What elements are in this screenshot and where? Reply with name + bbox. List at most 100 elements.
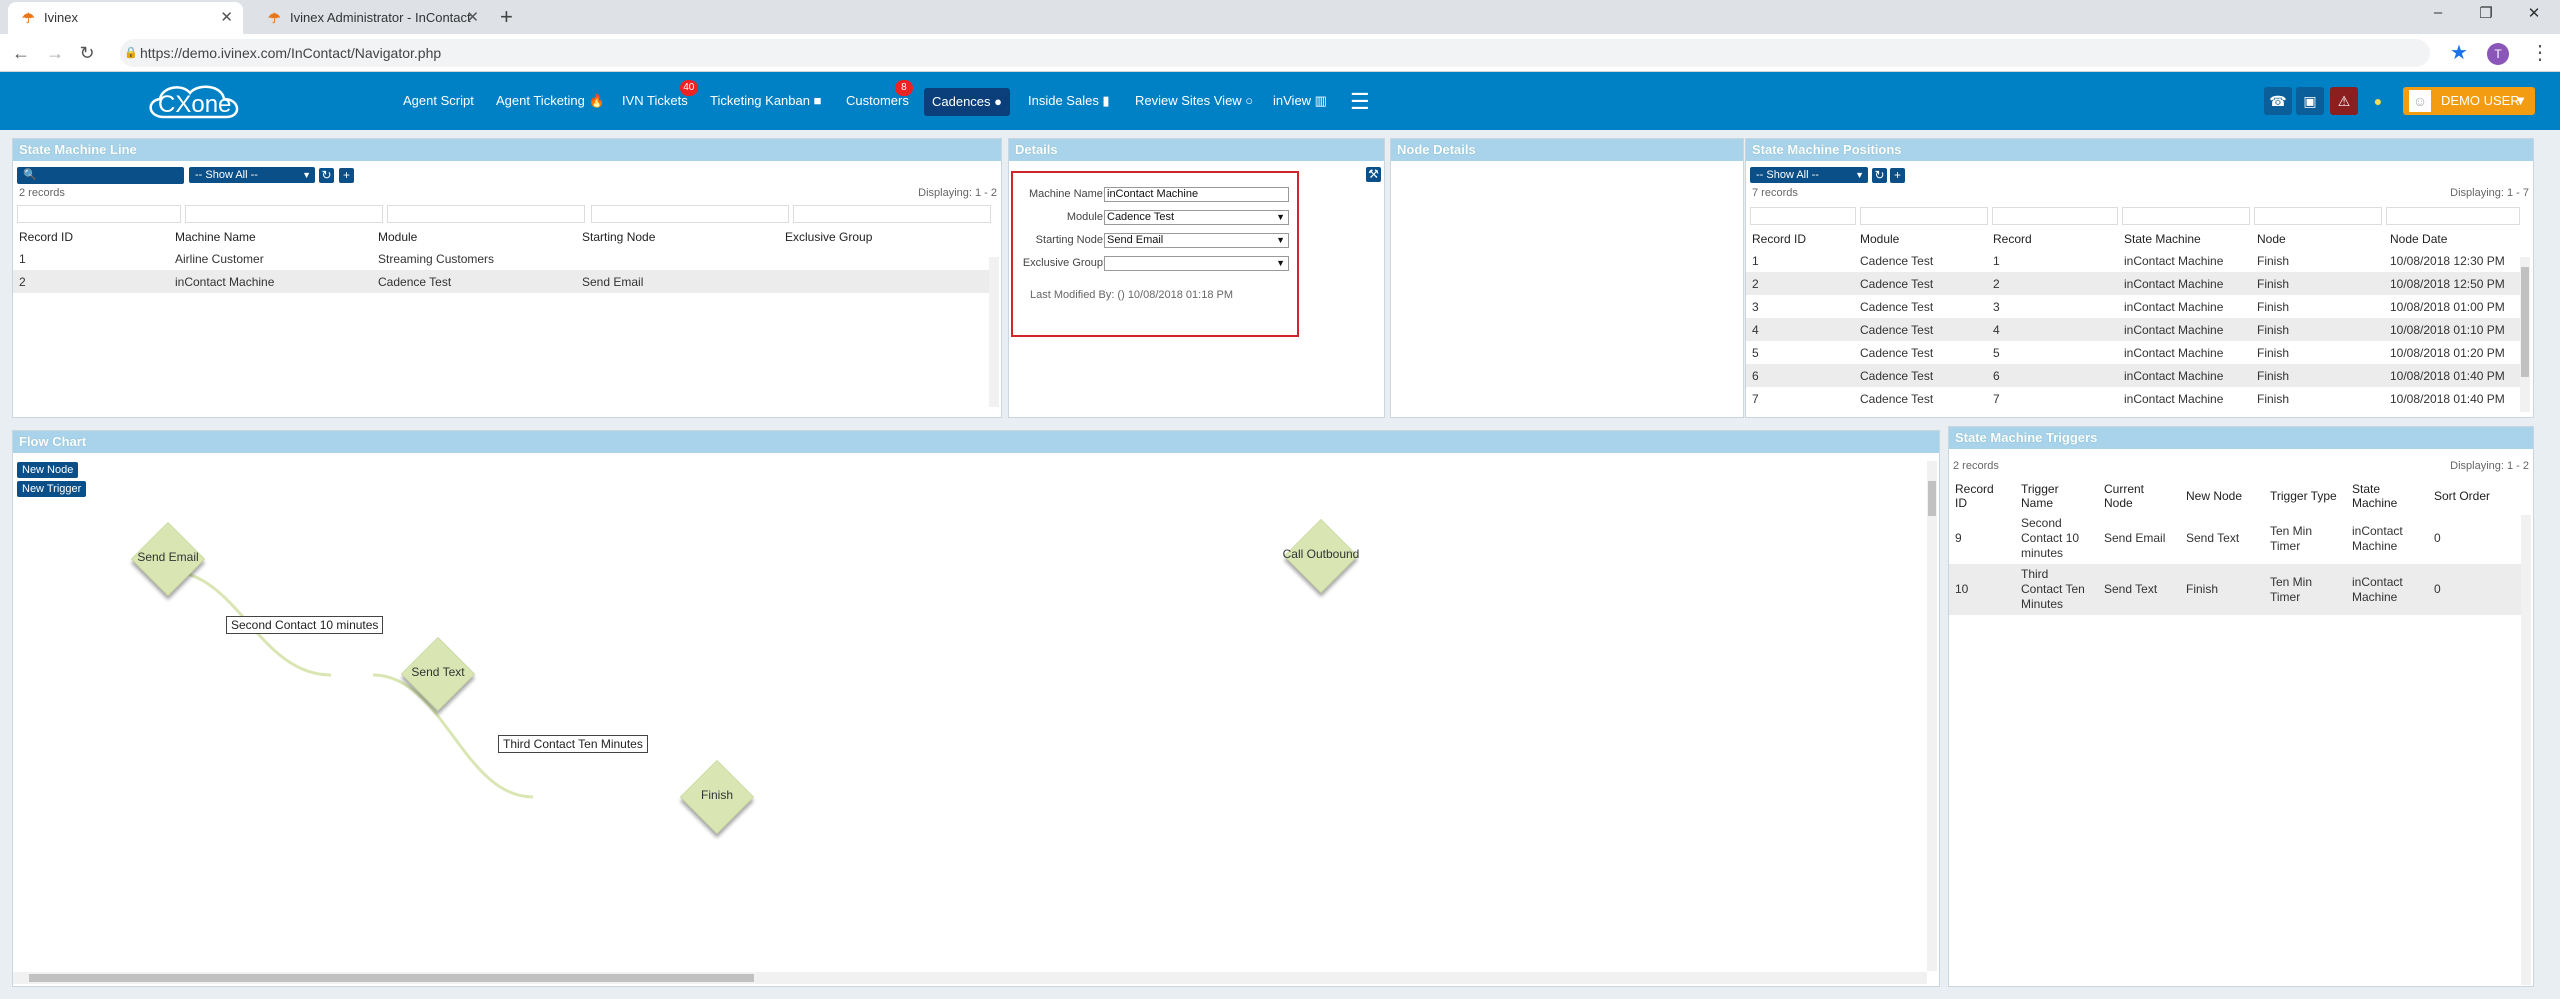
flow-node-send-text[interactable]: Send Text (401, 637, 475, 711)
column-header[interactable]: Record ID (1746, 229, 1854, 249)
nav-agent-ticketing[interactable]: Agent Ticketing 🔥 (496, 91, 605, 111)
edge-label[interactable]: Third Contact Ten Minutes (498, 735, 648, 753)
cxone-logo[interactable]: CXone (126, 77, 261, 125)
column-header[interactable]: State Machine (2346, 479, 2428, 513)
machine-name-input[interactable]: inContact Machine (1104, 187, 1289, 202)
vertical-scrollbar[interactable] (989, 257, 999, 407)
bookmark-star-icon[interactable]: ★ (2450, 40, 2468, 65)
search-input[interactable]: 🔍 (17, 167, 184, 184)
filter-record[interactable] (1992, 207, 2118, 225)
hamburger-menu-icon[interactable]: ☰ (1350, 89, 1370, 115)
url-field[interactable]: 🔒 https://demo.ivinex.com/InContact/Navi… (120, 39, 2430, 67)
nav-cadences[interactable]: Cadences ● (924, 88, 1011, 116)
vertical-scrollbar[interactable] (1927, 461, 1937, 971)
flow-node-call-outbound[interactable]: Call Outbound (1283, 519, 1359, 593)
profile-avatar[interactable]: T (2487, 43, 2509, 65)
filter-record-id[interactable] (17, 205, 181, 223)
table-row[interactable]: 10 Third Contact Ten Minutes Send Text Fini… (1949, 564, 2521, 615)
nav-agent-script[interactable]: Agent Script (403, 91, 474, 111)
table-row[interactable]: 1 Cadence Test 1 inContact Machine Finish 10/… (1746, 249, 2520, 272)
close-window-icon[interactable]: ✕ (2514, 4, 2554, 22)
panel-title: Details (1009, 139, 1384, 161)
forward-icon[interactable]: → (42, 41, 68, 65)
column-header[interactable]: Record ID (13, 227, 169, 247)
close-tab-icon[interactable]: ✕ (220, 2, 233, 34)
show-filter-select[interactable]: -- Show All -- ▼ (189, 167, 315, 183)
restore-icon[interactable]: ❐ (2466, 4, 2506, 22)
column-header[interactable]: Node (2251, 229, 2384, 249)
module-select[interactable]: Cadence Test ▼ (1104, 210, 1289, 225)
column-header[interactable]: Record ID (1949, 479, 2015, 513)
column-header[interactable]: State Machine (2118, 229, 2251, 249)
column-header[interactable]: Record (1987, 229, 2118, 249)
filter-value: -- Show All -- (1756, 169, 1819, 181)
add-icon[interactable]: + (339, 168, 354, 183)
refresh-icon[interactable]: ↻ (319, 168, 334, 183)
refresh-icon[interactable]: ↻ (1872, 168, 1887, 183)
column-header[interactable]: Module (372, 227, 576, 247)
filter-node-date[interactable] (2386, 207, 2520, 225)
starting-node-select[interactable]: Send Email ▼ (1104, 233, 1289, 248)
nav-ivn-tickets[interactable]: IVN Tickets 40 (622, 80, 698, 111)
table-row[interactable]: 7 Cadence Test 7 inContact Machine Finish 10/… (1746, 387, 2520, 410)
user-menu-button[interactable]: ☺ DEMO USER ▼ (2403, 87, 2535, 115)
table-row[interactable]: 4 Cadence Test 4 inContact Machine Finish 10/… (1746, 318, 2520, 341)
filter-record-id[interactable] (1750, 207, 1856, 225)
column-header[interactable]: Exclusive Group (779, 227, 989, 247)
table-row[interactable]: 9 Second Contact 10 minutes Send Email Send… (1949, 513, 2521, 564)
column-header[interactable]: Node Date (2384, 229, 2520, 249)
wrench-icon[interactable]: ⚒ (1366, 167, 1381, 182)
cell: Finish (2257, 391, 2290, 406)
flow-node-finish[interactable]: Finish (680, 760, 754, 834)
filter-node[interactable] (2254, 207, 2382, 225)
back-icon[interactable]: ← (8, 41, 34, 65)
status-dot-icon[interactable]: ● (2364, 87, 2392, 115)
column-header[interactable]: New Node (2180, 479, 2264, 513)
column-header[interactable]: Trigger Name (2015, 479, 2098, 513)
filter-state-machine[interactable] (2122, 207, 2250, 225)
show-filter-select[interactable]: -- Show All -- ▼ (1750, 167, 1868, 183)
filter-starting-node[interactable] (591, 205, 789, 223)
browser-menu-icon[interactable]: ⋮ (2530, 40, 2550, 65)
column-header[interactable]: Starting Node (576, 227, 779, 247)
minimize-icon[interactable]: – (2418, 4, 2458, 21)
scrollbar-thumb[interactable] (1928, 481, 1936, 516)
table-row[interactable]: 1 Airline Customer Streaming Customers (13, 247, 989, 270)
column-header[interactable]: Machine Name (169, 227, 372, 247)
column-header[interactable]: Current Node (2098, 479, 2180, 513)
chat-icon[interactable]: ▣ (2296, 87, 2324, 115)
filter-module[interactable] (1860, 207, 1988, 225)
table-row[interactable]: 3 Cadence Test 3 inContact Machine Finish 10/… (1746, 295, 2520, 318)
exclusive-group-select[interactable]: ▼ (1104, 256, 1289, 271)
nav-ticketing-kanban[interactable]: Ticketing Kanban ■ (710, 91, 821, 111)
nav-customers[interactable]: Customers 8 (846, 80, 913, 111)
alert-icon[interactable]: ⚠ (2330, 87, 2358, 115)
nav-inview[interactable]: inView ▥ (1273, 91, 1327, 111)
edge-label[interactable]: Second Contact 10 minutes (226, 616, 384, 634)
phone-icon[interactable]: ☎ (2264, 87, 2292, 115)
close-tab-icon[interactable]: ✕ (466, 2, 479, 34)
horizontal-scrollbar[interactable] (13, 972, 1927, 984)
scrollbar-thumb[interactable] (2521, 267, 2529, 377)
vertical-scrollbar[interactable] (2521, 515, 2531, 985)
filter-exclusive-group[interactable] (793, 205, 991, 223)
column-header[interactable]: Sort Order (2428, 479, 2521, 513)
table-row-selected[interactable]: 2 inContact Machine Cadence Test Send Em… (13, 270, 989, 293)
nav-inside-sales[interactable]: Inside Sales ▮ (1028, 91, 1110, 111)
nav-review-sites-view[interactable]: Review Sites View ○ (1135, 91, 1253, 111)
table-row[interactable]: 6 Cadence Test 6 inContact Machine Finish 10/… (1746, 364, 2520, 387)
table-row[interactable]: 2 Cadence Test 2 inContact Machine Finish 10/… (1746, 272, 2520, 295)
flow-node-send-email[interactable]: Send Email (131, 522, 205, 596)
table-row[interactable]: 5 Cadence Test 5 inContact Machine Finish 10/… (1746, 341, 2520, 364)
column-header[interactable]: Trigger Type (2264, 479, 2346, 513)
filter-module[interactable] (387, 205, 585, 223)
new-tab-button[interactable]: + (500, 4, 513, 30)
browser-tab-admin[interactable]: ☂ Ivinex Administrator - InContact ✕ (254, 2, 489, 34)
scrollbar-thumb[interactable] (29, 974, 754, 982)
column-header[interactable]: Module (1854, 229, 1987, 249)
reload-icon[interactable]: ↻ (74, 41, 100, 65)
filter-machine-name[interactable] (185, 205, 383, 223)
vertical-scrollbar[interactable] (2520, 257, 2530, 412)
add-icon[interactable]: + (1890, 168, 1905, 183)
browser-tab-ivinex[interactable]: ☂ Ivinex ✕ (8, 2, 243, 34)
